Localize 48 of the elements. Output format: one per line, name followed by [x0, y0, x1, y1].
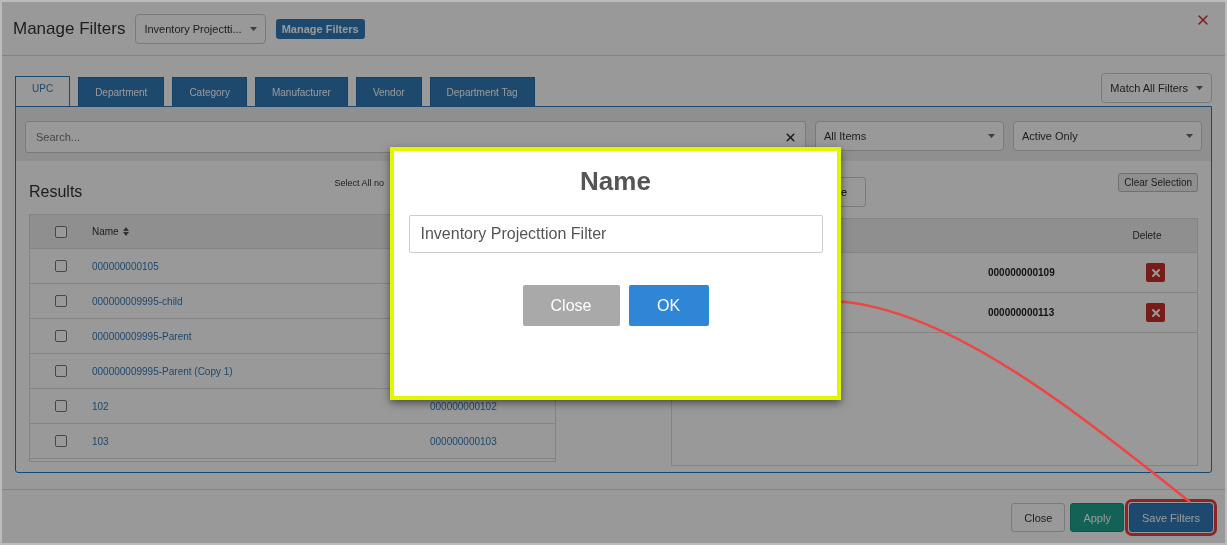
- dialog-title: Name: [580, 166, 651, 197]
- row-checkbox[interactable]: [55, 435, 67, 447]
- name-input[interactable]: Inventory Projecttion Filter: [408, 215, 823, 253]
- items-select[interactable]: All Items: [815, 121, 1004, 151]
- search-input[interactable]: Search...: [34, 130, 784, 144]
- tab[interactable]: Department Tag: [429, 77, 535, 107]
- row-checkbox[interactable]: [55, 260, 67, 272]
- delete-button[interactable]: [1146, 263, 1165, 282]
- tab[interactable]: Category: [172, 77, 247, 107]
- tab[interactable]: UPC: [15, 76, 71, 107]
- clear-selection-button[interactable]: Clear Selection: [1118, 173, 1198, 192]
- selected-code: 000000000109: [988, 267, 1055, 278]
- window-title: Manage Filters: [13, 18, 126, 39]
- dialog-button[interactable]: Close: [522, 285, 620, 326]
- name-header[interactable]: Name: [92, 226, 129, 237]
- footer-button[interactable]: Close: [1011, 503, 1066, 532]
- code-link[interactable]: 000000000103: [430, 435, 497, 447]
- manage-filters-button[interactable]: Manage Filters: [275, 18, 365, 39]
- tab[interactable]: Vendor: [355, 77, 422, 107]
- dialog-button[interactable]: OK: [628, 285, 709, 326]
- status-select[interactable]: Active Only: [1013, 121, 1202, 151]
- tab[interactable]: Manufacturer: [254, 77, 348, 107]
- select-all-checkbox[interactable]: [55, 225, 67, 238]
- row-checkbox[interactable]: [55, 295, 67, 307]
- close-icon: [1149, 306, 1162, 319]
- code-link[interactable]: 000000000102: [430, 400, 497, 412]
- clear-icon[interactable]: [784, 130, 797, 144]
- row-checkbox[interactable]: [55, 400, 67, 412]
- item-link[interactable]: 102: [92, 400, 430, 412]
- delete-button[interactable]: [1146, 303, 1165, 322]
- row-checkbox[interactable]: [55, 330, 67, 342]
- selected-code: 000000000113: [988, 307, 1055, 318]
- delete-header: Delete: [1131, 230, 1163, 241]
- footer-button[interactable]: Apply: [1070, 503, 1124, 532]
- results-title: Results: [29, 181, 83, 201]
- row-checkbox[interactable]: [55, 365, 67, 377]
- close-icon: [1149, 266, 1162, 279]
- select-all-text: Select All no: [334, 177, 384, 188]
- caret-icon: [1196, 86, 1203, 90]
- filter-select[interactable]: Inventory Projectti...: [135, 13, 266, 44]
- caret-icon: [1186, 134, 1193, 138]
- caret-icon: [249, 26, 257, 31]
- item-link[interactable]: 103: [92, 435, 430, 447]
- caret-icon: [988, 134, 995, 138]
- sort-icon: [122, 227, 129, 236]
- match-select[interactable]: Match All Filters: [1101, 73, 1212, 103]
- tab[interactable]: Department: [78, 77, 165, 107]
- search-field[interactable]: Search...: [25, 121, 806, 153]
